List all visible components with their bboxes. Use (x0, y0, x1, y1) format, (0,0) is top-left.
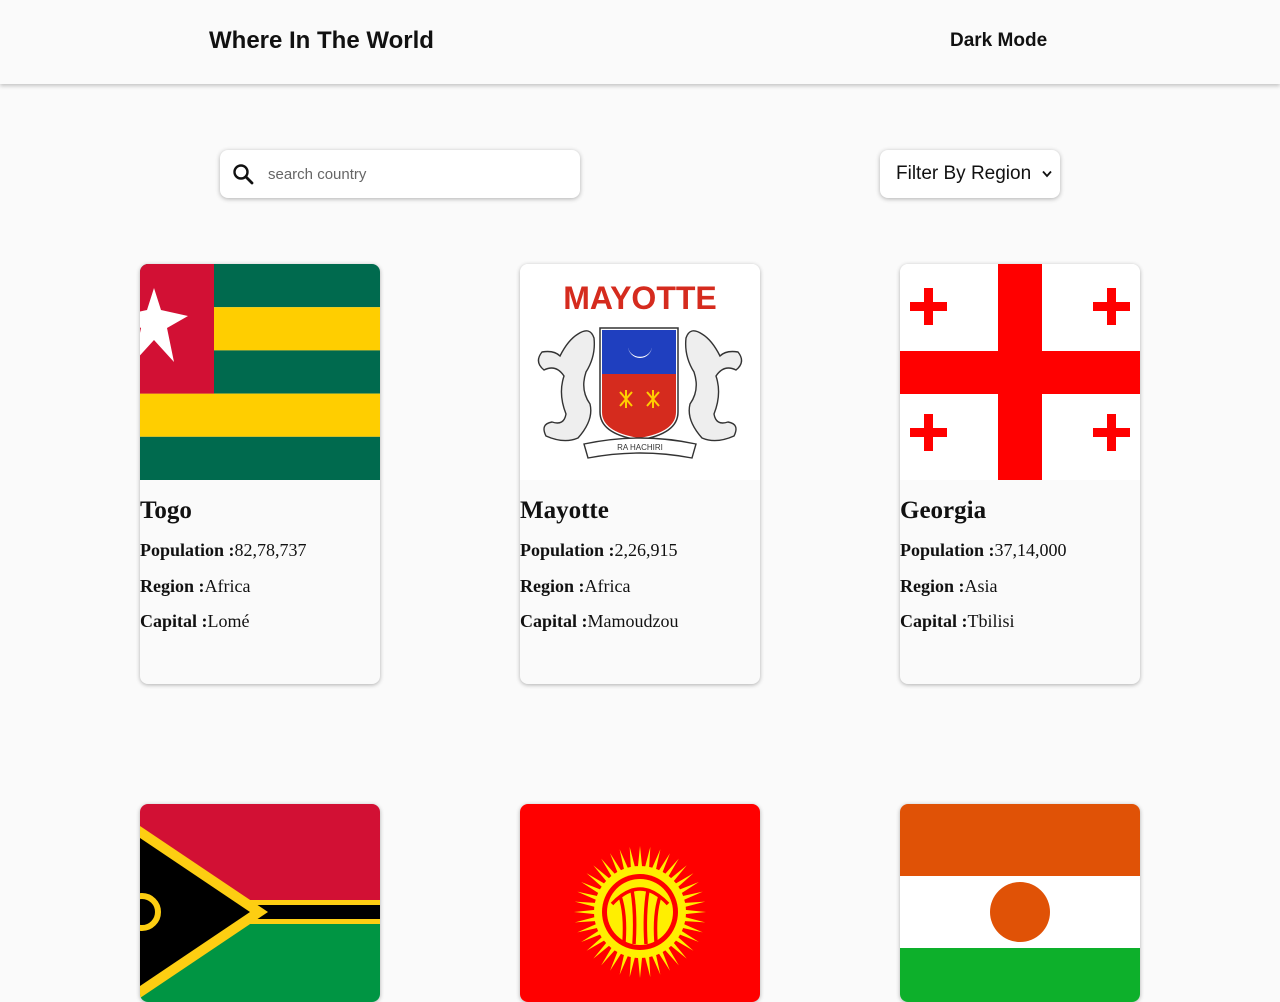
country-card-georgia[interactable]: Georgia Population :37,14,000 Region :As… (900, 264, 1140, 684)
kyrgyzstan-flag (520, 804, 760, 1002)
capital-label: Capital : (140, 611, 208, 631)
country-card-togo[interactable]: Togo Population :82,78,737 Region :Afric… (140, 264, 380, 684)
mayotte-flag-motto: RA HACHIRI (617, 443, 663, 452)
region-filter-select[interactable]: Filter By Region (880, 150, 1060, 198)
country-card-vanuatu[interactable] (140, 804, 380, 1002)
population-row: Population :82,78,737 (140, 539, 307, 561)
georgia-flag (900, 264, 1140, 480)
capital-value: Mamoudzou (587, 611, 679, 631)
mayotte-flag-title: MAYOTTE (563, 280, 717, 316)
capital-label: Capital : (900, 611, 968, 631)
vanuatu-flag (140, 804, 380, 1002)
region-label: Region : (520, 576, 585, 596)
dark-mode-toggle[interactable]: Dark Mode (935, 29, 1047, 53)
moon-icon (937, 33, 945, 49)
region-label: Region : (900, 576, 965, 596)
country-card-niger[interactable] (900, 804, 1140, 1002)
region-row: Region :Asia (900, 575, 998, 597)
niger-flag (900, 804, 1140, 1002)
population-value: 37,14,000 (994, 540, 1067, 560)
population-row: Population :37,14,000 (900, 539, 1067, 561)
site-title: Where In The World (209, 27, 434, 54)
country-name: Georgia (900, 497, 987, 524)
country-name: Mayotte (520, 497, 609, 524)
region-filter-label: Filter By Region (896, 163, 1032, 184)
capital-row: Capital :Tbilisi (900, 610, 1015, 632)
population-value: 2,26,915 (614, 540, 678, 560)
capital-label: Capital : (520, 611, 588, 631)
mayotte-flag: MAYOTTE RA HACHIRI (520, 264, 760, 480)
region-value: Africa (584, 576, 631, 596)
region-value: Africa (204, 576, 251, 596)
site-header: Where In The World Dark Mode (0, 0, 1280, 84)
region-value: Asia (964, 576, 998, 596)
population-value: 82,78,737 (234, 540, 307, 560)
search-box (220, 150, 580, 198)
population-label: Population : (900, 540, 995, 560)
chevron-down-icon (1042, 170, 1052, 178)
capital-value: Lomé (207, 611, 250, 631)
country-card-kyrgyzstan[interactable] (520, 804, 760, 1002)
region-row: Region :Africa (140, 575, 250, 597)
population-label: Population : (140, 540, 235, 560)
region-row: Region :Africa (520, 575, 630, 597)
region-label: Region : (140, 576, 205, 596)
capital-value: Tbilisi (967, 611, 1015, 631)
country-name: Togo (140, 497, 192, 524)
search-input[interactable] (260, 158, 568, 190)
population-row: Population :2,26,915 (520, 539, 678, 561)
population-label: Population : (520, 540, 615, 560)
togo-flag (140, 264, 380, 480)
capital-row: Capital :Mamoudzou (520, 610, 678, 632)
search-icon (233, 164, 254, 185)
country-card-mayotte[interactable]: MAYOTTE RA HACHIRI Mayotte Population :2… (520, 264, 760, 684)
capital-row: Capital :Lomé (140, 610, 250, 632)
dark-mode-label: Dark Mode (950, 30, 1048, 51)
